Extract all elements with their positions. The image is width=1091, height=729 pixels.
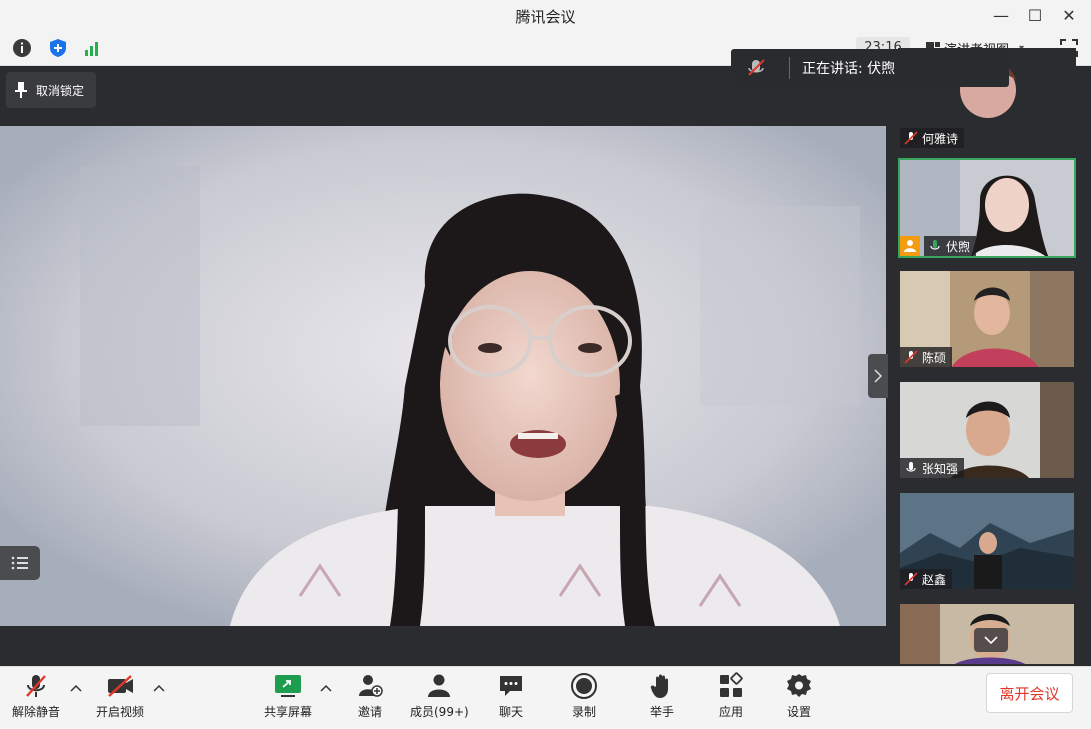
collapse-panel-button[interactable] (868, 354, 888, 398)
chat-button[interactable]: 聊天 (496, 671, 526, 723)
speaker-portrait (0, 126, 886, 626)
unmute-label: 解除静音 (12, 705, 61, 719)
main-stage: 取消锁定 (0, 66, 886, 666)
speaker-video[interactable] (0, 126, 886, 626)
chevron-up-icon[interactable] (153, 683, 165, 695)
list-icon (11, 556, 28, 570)
participant-tile[interactable]: 伏煦 (898, 158, 1076, 258)
invite-button[interactable]: 邀请 (355, 671, 385, 723)
speaking-text: 正在讲话: 伏煦 (802, 61, 896, 77)
participant-nametag: 何雅诗 (900, 128, 965, 148)
invite-label: 邀请 (357, 705, 382, 719)
members-icon (424, 671, 454, 701)
hand-icon (647, 671, 677, 701)
title-bar: 腾讯会议 — ☐ ✕ (0, 0, 1091, 30)
speaking-banner: 正在讲话: 伏煦 (731, 49, 1009, 87)
bottom-control-bar: 解除静音 开启视频 共享屏幕 邀请 成员(99+) 聊天 录制 举手 应用 设置… (0, 666, 1091, 729)
participant-nametag: 陈硕 (900, 347, 953, 367)
chevron-right-icon (874, 369, 883, 383)
participant-tile[interactable]: 张知强 (898, 380, 1076, 480)
raise-hand-label: 举手 (649, 705, 674, 719)
divider (789, 57, 790, 79)
mic-on-icon (930, 240, 940, 250)
members-label: 成员(99+) (410, 705, 469, 719)
settings-label: 设置 (786, 705, 811, 719)
participant-panel: 何雅诗 伏煦 陈硕 张知强 赵鑫 (886, 48, 1091, 666)
start-video-label: 开启视频 (96, 705, 145, 719)
host-icon (900, 236, 920, 256)
mic-muted-icon (904, 572, 918, 586)
signal-icon[interactable] (82, 37, 104, 59)
chat-label: 聊天 (498, 705, 523, 719)
raise-hand-button[interactable]: 举手 (647, 671, 677, 723)
record-icon (569, 671, 599, 701)
chat-icon (496, 671, 526, 701)
participant-nametag: 张知强 (900, 458, 965, 478)
participant-label-wrap: 伏煦 (924, 236, 977, 256)
unpin-button[interactable]: 取消锁定 (6, 72, 97, 108)
add-user-icon (355, 671, 385, 701)
mic-muted-icon (904, 131, 918, 145)
participant-nametag: 伏煦 (900, 236, 982, 256)
participant-name: 陈硕 (922, 350, 947, 365)
settings-button[interactable]: 设置 (784, 671, 814, 723)
participant-name: 张知强 (922, 461, 959, 476)
unmute-button[interactable]: 解除静音 (12, 671, 60, 723)
participant-name: 赵鑫 (922, 572, 947, 587)
chevron-up-icon[interactable] (70, 683, 82, 695)
info-icon[interactable] (11, 37, 33, 59)
mic-muted-icon (904, 350, 918, 364)
chevron-up-icon[interactable] (320, 683, 332, 695)
start-video-button[interactable]: 开启视频 (96, 671, 144, 723)
participant-nametag: 赵鑫 (900, 569, 953, 589)
participant-name: 伏煦 (946, 239, 971, 254)
video-off-icon (105, 671, 135, 701)
minimize-button[interactable]: — (984, 2, 1018, 28)
record-button[interactable]: 录制 (569, 671, 599, 723)
participant-name: 何雅诗 (922, 131, 959, 146)
apps-icon (716, 671, 746, 701)
list-toggle-button[interactable] (0, 546, 40, 580)
maximize-button[interactable]: ☐ (1018, 2, 1052, 28)
share-screen-label: 共享屏幕 (264, 705, 313, 719)
unpin-label: 取消锁定 (36, 83, 85, 98)
window-title: 腾讯会议 (515, 8, 576, 26)
apps-button[interactable]: 应用 (716, 671, 746, 723)
pin-icon (15, 82, 27, 98)
shield-icon[interactable] (47, 37, 69, 59)
mic-muted-icon (748, 59, 765, 76)
gear-icon (784, 671, 814, 701)
participant-tile[interactable]: 陈硕 (898, 269, 1076, 369)
scroll-down-button[interactable] (974, 628, 1008, 652)
apps-label: 应用 (718, 705, 743, 719)
share-screen-button[interactable]: 共享屏幕 (264, 671, 312, 723)
close-button[interactable]: ✕ (1052, 2, 1086, 28)
leave-meeting-button[interactable]: 离开会议 (986, 673, 1073, 713)
members-button[interactable]: 成员(99+) (410, 671, 469, 723)
participant-tile[interactable]: 赵鑫 (898, 491, 1076, 591)
mic-muted-icon (21, 671, 51, 701)
record-label: 录制 (571, 705, 596, 719)
mic-on-icon (906, 462, 916, 472)
chevron-down-icon (984, 636, 998, 645)
share-screen-icon (273, 671, 303, 701)
